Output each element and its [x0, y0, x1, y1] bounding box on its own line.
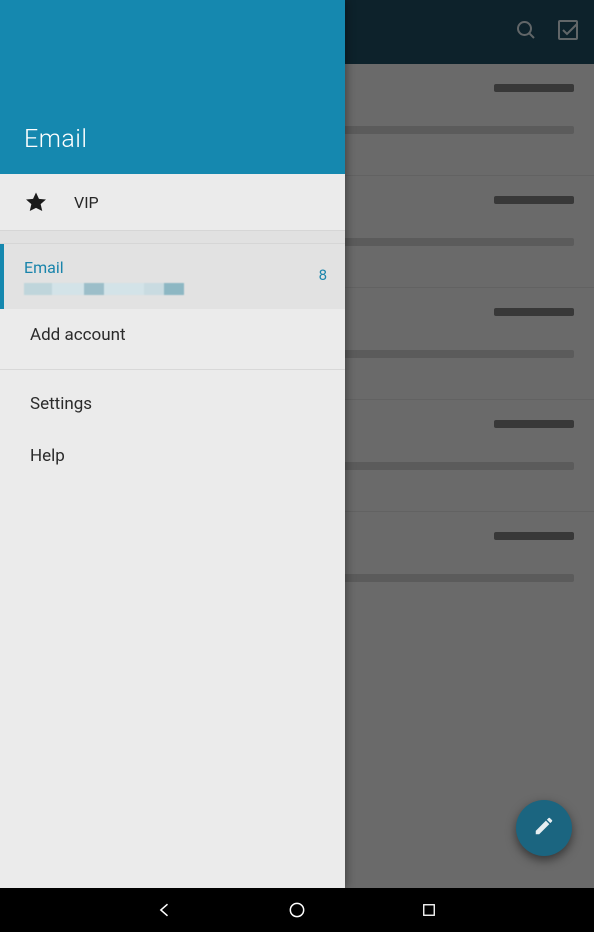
system-nav-bar — [0, 888, 594, 932]
compose-button[interactable] — [516, 800, 572, 856]
add-account-item[interactable]: Add account — [0, 309, 345, 361]
unread-count: 8 — [319, 266, 327, 284]
drawer-title: Email — [24, 125, 88, 154]
vip-label: VIP — [74, 193, 99, 212]
account-name: Email — [24, 258, 325, 277]
nav-recents-button[interactable] — [418, 899, 440, 921]
divider — [0, 369, 345, 370]
drawer-header: Email — [0, 0, 345, 174]
divider — [0, 230, 345, 244]
star-icon — [24, 190, 48, 214]
vip-item[interactable]: VIP — [0, 174, 345, 230]
account-item[interactable]: Email 8 — [0, 244, 345, 309]
nav-home-button[interactable] — [286, 899, 308, 921]
nav-back-button[interactable] — [154, 899, 176, 921]
navigation-drawer: Email VIP Email 8 Add account Settings H… — [0, 0, 345, 888]
account-address-redacted — [24, 283, 184, 295]
settings-item[interactable]: Settings — [0, 378, 345, 430]
compose-icon — [533, 815, 555, 841]
help-item[interactable]: Help — [0, 430, 345, 482]
